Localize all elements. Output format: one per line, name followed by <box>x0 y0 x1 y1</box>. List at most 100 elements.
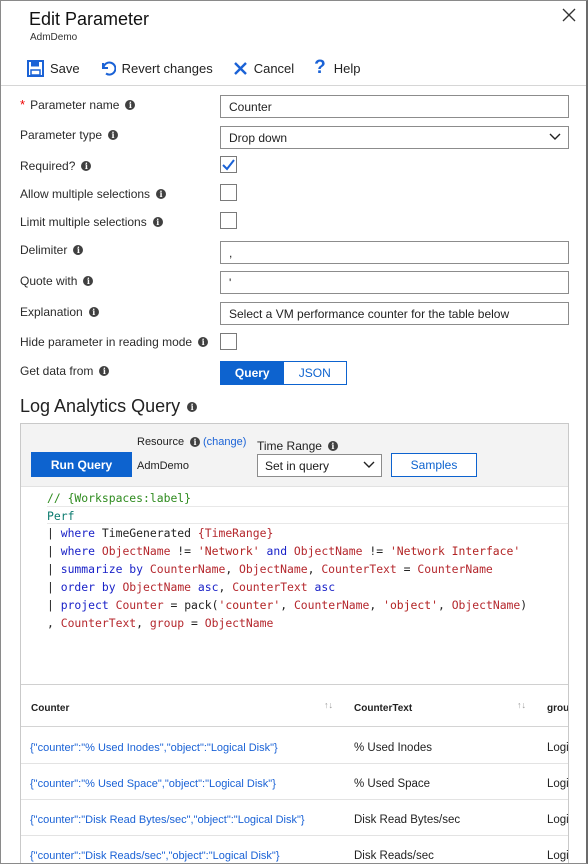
cancel-label: Cancel <box>253 60 295 76</box>
cancel-button[interactable]: Cancel <box>233 61 294 76</box>
explanation-input[interactable]: Select a VM performance counter for the … <box>220 302 569 325</box>
counter-link[interactable]: {"counter":"Disk Reads/sec","object":"Lo… <box>30 850 280 862</box>
time-range-label-text: Time Range <box>257 439 322 453</box>
code-token: , <box>136 616 150 630</box>
info-icon: i <box>81 161 92 171</box>
code-token: and <box>259 544 294 558</box>
code-token: 'Network Interface' <box>389 544 521 558</box>
info-icon: i <box>190 437 201 447</box>
counter-link[interactable]: {"counter":"% Used Space","object":"Logi… <box>30 778 276 790</box>
time-range-dropdown[interactable]: Set in query <box>257 454 382 477</box>
code-token: CounterText <box>60 616 137 630</box>
code-token: ObjectName <box>95 544 171 558</box>
required-checkbox[interactable] <box>220 156 237 173</box>
code-token: != <box>170 544 198 558</box>
code-token: , <box>369 598 384 612</box>
group-cell: Logi <box>547 850 569 862</box>
toggle-query[interactable]: Query <box>221 362 284 384</box>
panel-subtitle: AdmDemo <box>30 32 78 43</box>
limit-multiple-text: Limit multiple selections <box>20 215 147 229</box>
close-icon[interactable] <box>560 6 578 24</box>
code-token: order by <box>60 580 116 594</box>
allow-multiple-text: Allow multiple selections <box>20 187 151 201</box>
allow-multiple-label: Allow multiple selections i <box>20 187 167 201</box>
code-token: | <box>47 562 61 576</box>
delimiter-input[interactable]: , <box>220 241 569 264</box>
table-row: {"counter":"% Used Space","object":"Logi… <box>21 764 568 800</box>
code-token: {TimeRange} <box>197 526 274 540</box>
parameter-name-input[interactable]: Counter <box>220 95 569 118</box>
help-label: Help <box>333 60 361 76</box>
explanation-value: Select a VM performance counter for the … <box>229 307 510 321</box>
limit-multiple-label: Limit multiple selections i <box>20 215 163 229</box>
run-query-button[interactable]: Run Query <box>31 452 132 477</box>
code-token: asc <box>307 580 336 594</box>
get-data-from-toggle: Query JSON <box>220 361 347 385</box>
column-header-group[interactable]: grou <box>547 703 568 714</box>
code-token: CounterName <box>417 562 493 576</box>
code-editor[interactable]: // {Workspaces:label} Perf | where TimeG… <box>21 486 568 685</box>
code-token: | <box>47 580 61 594</box>
code-token: CounterName <box>143 562 226 576</box>
time-range-label: Time Range i <box>257 439 338 453</box>
parameter-name-value: Counter <box>229 100 272 114</box>
allow-multiple-checkbox[interactable] <box>220 184 237 201</box>
parameter-type-label: Parameter type i <box>20 128 119 142</box>
hide-param-label: Hide parameter in reading mode i <box>20 335 209 349</box>
revert-changes-button[interactable]: Revert changes <box>100 60 213 76</box>
help-button[interactable]: ? Help <box>314 58 361 77</box>
section-title-text: Log Analytics Query <box>20 396 181 416</box>
code-line-3: | where TimeGenerated {TimeRange} <box>47 524 273 542</box>
code-token: CounterText <box>232 580 308 594</box>
resource-change-link[interactable]: (change) <box>203 436 246 448</box>
table-row: {"counter":"Disk Read Bytes/sec","object… <box>21 800 568 836</box>
floppy-disk-icon <box>27 59 44 77</box>
code-token: where <box>60 526 96 540</box>
info-icon: i <box>73 245 84 255</box>
parameter-name-text: Parameter name <box>30 97 120 112</box>
info-icon: i <box>156 189 167 199</box>
code-token: pack( <box>184 598 219 612</box>
code-token: ObjectName <box>115 580 192 594</box>
info-icon: i <box>88 307 99 317</box>
sort-icon[interactable]: ↑↓ <box>517 700 526 710</box>
time-range-value: Set in query <box>265 459 330 473</box>
x-icon <box>233 61 247 75</box>
code-token: , <box>225 562 240 576</box>
limit-multiple-checkbox[interactable] <box>220 212 237 229</box>
group-cell: Logi <box>547 742 569 754</box>
quote-with-input[interactable]: ' <box>220 271 569 294</box>
counter-text-cell: Disk Read Bytes/sec <box>354 814 461 826</box>
parameter-type-dropdown[interactable]: Drop down <box>220 126 569 149</box>
save-button[interactable]: Save <box>27 59 80 77</box>
query-toolbar: Run Query Resource i (change) AdmDemo Ti… <box>21 424 568 486</box>
required-star: * <box>20 97 26 112</box>
column-header-counter[interactable]: Counter <box>31 703 69 714</box>
counter-link[interactable]: {"counter":"Disk Read Bytes/sec","object… <box>30 814 305 826</box>
code-token: group <box>149 616 185 630</box>
toggle-json[interactable]: JSON <box>283 362 346 384</box>
sort-icon[interactable]: ↑↓ <box>324 700 333 710</box>
samples-button[interactable]: Samples <box>391 453 477 477</box>
save-label: Save <box>50 60 80 76</box>
counter-link[interactable]: {"counter":"% Used Inodes","object":"Log… <box>30 742 278 754</box>
parameter-type-text: Parameter type <box>20 128 103 142</box>
code-line-2: Perf <box>47 506 568 524</box>
hide-param-checkbox[interactable] <box>220 333 237 350</box>
code-token: ObjectName <box>204 616 274 630</box>
counter-text-cell: Disk Reads/sec <box>354 850 434 862</box>
info-icon: i <box>152 217 163 227</box>
code-line-6: | order by ObjectName asc, CounterText a… <box>47 578 335 596</box>
info-icon: i <box>108 130 119 140</box>
code-token: ObjectName <box>293 544 363 558</box>
column-header-countertext[interactable]: CounterText <box>354 703 412 714</box>
code-token: != <box>362 544 390 558</box>
code-line-1: // {Workspaces:label} <box>47 489 191 507</box>
code-line-8: , CounterText, group = ObjectName <box>47 614 273 632</box>
explanation-label: Explanation i <box>20 305 99 319</box>
results-table: Counter ↑↓ CounterText ↑↓ grou {"counter… <box>21 685 569 863</box>
delimiter-label: Delimiter i <box>20 243 84 257</box>
get-data-from-label: Get data from i <box>20 364 110 378</box>
query-editor-panel: Run Query Resource i (change) AdmDemo Ti… <box>20 423 569 863</box>
code-token: , <box>218 580 233 594</box>
